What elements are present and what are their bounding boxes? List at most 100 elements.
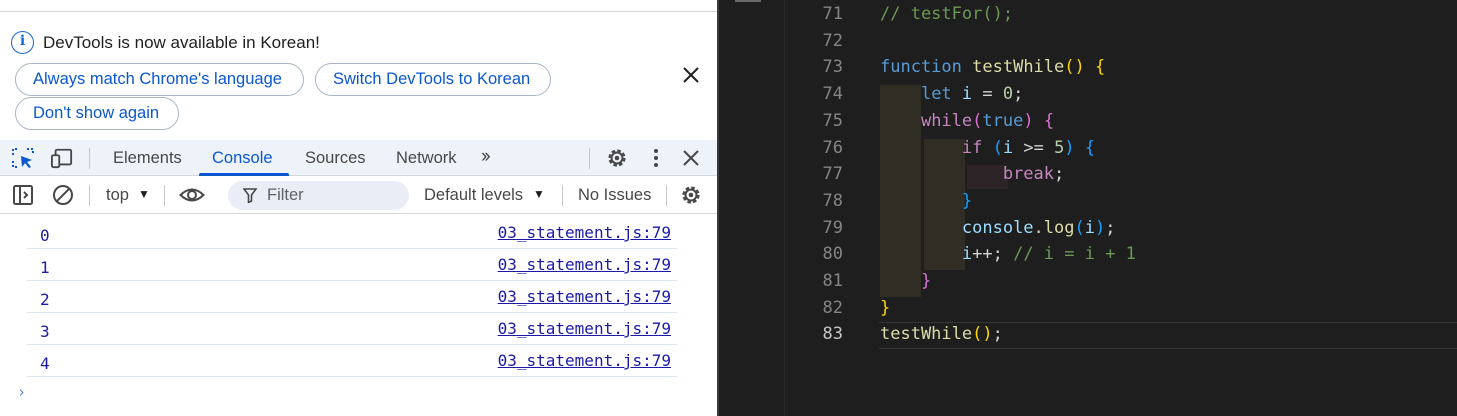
device-toolbar-icon[interactable]: [51, 147, 73, 169]
code-token: // testFor();: [880, 4, 1014, 24]
toolbar-separator: [164, 185, 165, 206]
code-token: while: [920, 110, 973, 131]
code-line[interactable]: while(true) {: [880, 111, 1054, 131]
code-line[interactable]: console.log(i);: [880, 218, 1116, 238]
code-token: }: [961, 190, 973, 211]
console-output: 0 03_statement.js:79 1 03_statement.js:7…: [0, 215, 718, 416]
code-token: 5: [1054, 137, 1065, 158]
more-tabs-icon[interactable]: ››: [481, 146, 491, 168]
infobar-message: DevTools is now available in Korean!: [43, 33, 320, 52]
inspect-element-icon[interactable]: [12, 147, 34, 169]
code-line[interactable]: testWhile();: [880, 324, 1003, 344]
activity-indicator: [735, 0, 761, 2]
code-token: log: [1043, 217, 1075, 238]
code-token: testWhile: [880, 324, 973, 345]
log-source-link[interactable]: 03_statement.js:79: [498, 351, 671, 370]
settings-gear-icon[interactable]: [606, 147, 628, 169]
issues-counter[interactable]: No Issues: [578, 186, 651, 205]
code-line[interactable]: }: [880, 271, 931, 291]
code-line[interactable]: }: [880, 191, 972, 211]
log-source-link[interactable]: 03_statement.js:79: [498, 319, 671, 338]
filter-placeholder: Filter: [267, 186, 304, 204]
tab-console[interactable]: Console: [212, 149, 273, 168]
code-line[interactable]: break;: [880, 164, 1064, 184]
close-infobar-icon[interactable]: [680, 64, 702, 86]
editor-activity-bar: [719, 0, 785, 416]
more-options-icon[interactable]: [645, 147, 667, 169]
log-value: 3: [40, 322, 50, 341]
tab-network[interactable]: Network: [396, 149, 457, 168]
code-line[interactable]: let i = 0;: [880, 84, 1023, 104]
code-token: ): [1064, 137, 1075, 158]
code-token: (: [972, 110, 983, 131]
switch-to-korean-button[interactable]: Switch DevTools to Korean: [315, 63, 551, 96]
sidebar-toggle-icon[interactable]: [12, 184, 34, 206]
code-token: }: [880, 297, 891, 318]
line-number: 77: [822, 164, 843, 185]
code-token: let: [920, 84, 952, 105]
filter-input[interactable]: Filter: [228, 181, 409, 210]
code-token: i: [1084, 217, 1096, 238]
close-devtools-icon[interactable]: [680, 147, 702, 169]
code-token: ;: [992, 324, 1003, 345]
log-source-link[interactable]: 03_statement.js:79: [498, 255, 671, 274]
code-line[interactable]: function testWhile() {: [880, 57, 1105, 77]
log-source-link[interactable]: 03_statement.js:79: [498, 223, 671, 242]
log-source-link[interactable]: 03_statement.js:79: [498, 287, 671, 306]
code-editor[interactable]: 71 72 73 74 75 76 77 78 79 80 81 82 83 // testFor(); f…: [719, 0, 1457, 416]
code-token: ++;: [972, 244, 1014, 265]
line-number: 73: [822, 57, 843, 78]
code-token: {: [1095, 57, 1106, 78]
console-toolbar: top ▼ Filter Default levels ▼ No Issues: [0, 177, 718, 214]
code-line[interactable]: if (i >= 5) {: [880, 138, 1095, 158]
toolbar-separator: [589, 148, 590, 169]
console-log-row: 0 03_statement.js:79: [27, 217, 677, 249]
levels-dropdown-icon[interactable]: ▼: [533, 187, 545, 201]
code-token: .: [1033, 217, 1044, 238]
toolbar-separator: [89, 148, 90, 169]
live-expression-eye-icon[interactable]: [179, 184, 205, 206]
code-token: i: [961, 84, 973, 105]
code-token: ;: [1054, 164, 1065, 185]
code-token: (): [972, 324, 993, 345]
console-prompt[interactable]: ›: [17, 383, 26, 401]
info-icon: i: [11, 31, 34, 54]
code-token: if: [961, 137, 983, 158]
code-token: ;: [1105, 217, 1116, 238]
line-number: 82: [822, 297, 843, 318]
line-number: 83: [822, 324, 843, 345]
tab-elements[interactable]: Elements: [113, 149, 182, 168]
code-line[interactable]: // testFor();: [880, 4, 1013, 24]
toolbar-separator: [89, 185, 90, 206]
always-match-language-button[interactable]: Always match Chrome's language: [15, 63, 304, 96]
context-dropdown-icon[interactable]: ▼: [138, 187, 150, 201]
console-log-row: 3 03_statement.js:79: [27, 313, 677, 345]
log-levels-dropdown[interactable]: Default levels: [424, 186, 523, 205]
code-line[interactable]: i++; // i = i + 1: [880, 244, 1136, 264]
clear-console-icon[interactable]: [52, 184, 74, 206]
tab-sources[interactable]: Sources: [305, 149, 366, 168]
line-number: 74: [822, 84, 843, 105]
code-token: testWhile: [972, 57, 1065, 78]
context-selector[interactable]: top: [106, 186, 129, 205]
code-token: break: [1002, 164, 1055, 185]
devtools-panel: i DevTools is now available in Korean! A…: [0, 0, 718, 416]
dont-show-again-button[interactable]: Don't show again: [15, 97, 179, 130]
devtools-tabbar: Elements Console Sources Network ››: [0, 140, 718, 176]
code-line[interactable]: }: [880, 298, 890, 318]
code-token: // i = i + 1: [1013, 244, 1136, 265]
console-settings-gear-icon[interactable]: [680, 184, 702, 206]
code-token: i: [1002, 137, 1014, 158]
line-number: 76: [822, 137, 843, 158]
line-number: 72: [822, 30, 843, 51]
code-token: true: [982, 110, 1024, 131]
